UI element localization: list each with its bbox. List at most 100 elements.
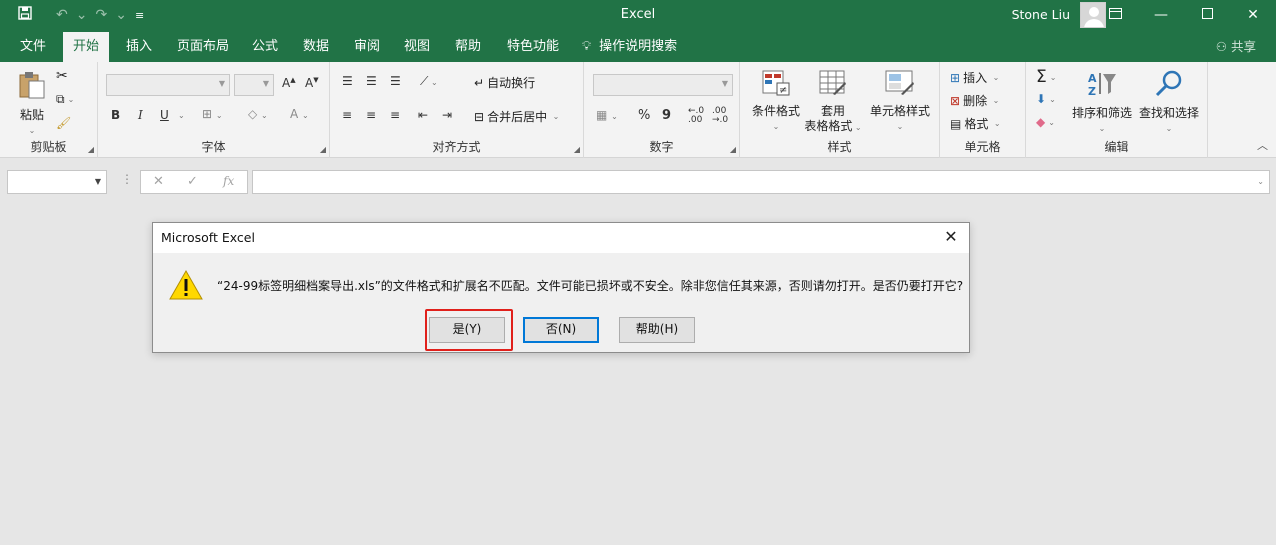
paste-button[interactable]: 粘贴 ⌄	[12, 70, 52, 138]
formula-bar: ▼ ⋮ ✕ ✓ fx ⌄	[0, 162, 1276, 202]
currency-icon[interactable]: ▦ ⌄	[596, 108, 618, 122]
tab-file[interactable]: 文件	[10, 32, 56, 62]
borders-icon[interactable]: ⊞ ⌄	[202, 107, 223, 121]
tell-me-search[interactable]: 💡︎ 操作说明搜索	[582, 32, 677, 62]
clear-button[interactable]: ◆ ⌄	[1036, 115, 1055, 129]
format-painter-button[interactable]: 🖌︎	[56, 116, 71, 130]
help-button[interactable]: 帮助(H)	[619, 317, 695, 343]
wrap-text-button[interactable]: ↵ 自动换行	[474, 74, 535, 91]
ribbon-display-icon[interactable]	[1092, 0, 1138, 32]
user-name[interactable]: Stone Liu	[1012, 7, 1070, 22]
group-number: ▼ ▦ ⌄ % 9 ←.0.00 .00 →.0 数字 ◢	[584, 62, 740, 158]
font-name-combo[interactable]: ▼	[106, 74, 230, 96]
title-bar: ↶ ⌄ ↷ ⌄ ≡ Excel Stone Liu — ✕	[0, 0, 1276, 32]
copy-icon: ⧉	[56, 92, 65, 106]
grow-font-icon[interactable]: A▲	[282, 76, 296, 90]
fill-button[interactable]: ⬇︎ ⌄	[1036, 92, 1056, 106]
font-size-combo[interactable]: ▼	[234, 74, 274, 96]
tab-help[interactable]: 帮助	[445, 32, 491, 62]
align-left-icon[interactable]: ≡	[342, 108, 352, 122]
merge-center-button[interactable]: ⊟ 合并后居中 ⌄	[474, 108, 559, 125]
delete-cells-button[interactable]: ⊠ 删除 ⌄	[950, 92, 999, 109]
align-middle-icon[interactable]: ☰	[366, 74, 377, 88]
find-select-button[interactable]: 查找和选择 ⌄	[1134, 70, 1204, 136]
italic-button[interactable]: I	[138, 108, 143, 122]
cut-button[interactable]: ✂︎	[56, 68, 68, 84]
wrap-icon: ↵	[474, 75, 485, 90]
format-cells-button[interactable]: ▤ 格式 ⌄	[950, 115, 1001, 132]
ribbon-tabs: 文件 开始 插入 页面布局 公式 数据 审阅 视图 帮助 特色功能 💡︎ 操作说明…	[0, 32, 1276, 62]
dialog-message: “24-99标签明细档案导出.xls”的文件格式和扩展名不匹配。文件可能已损坏或…	[217, 279, 964, 293]
share-button[interactable]: ⚇ 共享	[1216, 32, 1256, 62]
expand-formula-icon[interactable]: ⌄	[1257, 177, 1264, 186]
tab-home[interactable]: 开始	[63, 32, 110, 62]
alignment-launcher-icon[interactable]: ◢	[574, 145, 580, 154]
align-bottom-icon[interactable]: ☰	[390, 74, 401, 88]
cell-styles-icon	[885, 70, 914, 95]
insert-cells-icon: ⊞	[950, 70, 961, 85]
align-right-icon[interactable]: ≡	[390, 108, 400, 122]
percent-button[interactable]: %	[638, 108, 650, 123]
underline-dropdown-icon[interactable]: ⌄	[178, 111, 185, 120]
font-launcher-icon[interactable]: ◢	[320, 145, 326, 154]
align-center-icon[interactable]: ≡	[366, 108, 376, 122]
tab-review[interactable]: 审阅	[344, 32, 390, 62]
dialog-title-bar: Microsoft Excel ✕	[153, 223, 969, 253]
insert-cells-button[interactable]: ⊞ 插入 ⌄	[950, 69, 999, 86]
underline-button[interactable]: U	[160, 108, 169, 122]
increase-indent-icon[interactable]: ⇥	[442, 108, 452, 122]
tab-view[interactable]: 视图	[394, 32, 440, 62]
shrink-font-icon[interactable]: A▼	[305, 76, 319, 90]
align-top-icon[interactable]: ☰	[342, 74, 353, 88]
person-icon: ⚇	[1215, 39, 1227, 54]
tab-page-layout[interactable]: 页面布局	[167, 32, 239, 62]
bold-button[interactable]: B	[111, 108, 120, 122]
sort-filter-icon: AZ	[1088, 72, 1116, 98]
no-button[interactable]: 否(N)	[523, 317, 599, 343]
collapse-ribbon-icon[interactable]: ︿	[1257, 137, 1268, 153]
tab-features[interactable]: 特色功能	[497, 32, 569, 62]
delete-cells-icon: ⊠	[950, 93, 961, 108]
formula-splitter-icon[interactable]: ⋮	[121, 172, 133, 186]
svg-text:≠: ≠	[779, 85, 787, 96]
scissors-icon: ✂︎	[56, 68, 68, 84]
decrease-decimal-icon[interactable]: .00 →.0	[712, 107, 728, 125]
font-color-icon[interactable]: A ⌄	[290, 107, 309, 121]
tab-data[interactable]: 数据	[293, 32, 339, 62]
dialog-close-icon[interactable]: ✕	[939, 226, 963, 250]
tab-formulas[interactable]: 公式	[242, 32, 288, 62]
clipboard-launcher-icon[interactable]: ◢	[88, 145, 94, 154]
group-editing: Σ ⌄ ⬇︎ ⌄ ◆ ⌄ AZ 排序和筛选 ⌄ 查找和选择 ⌄ 编辑	[1026, 62, 1208, 158]
copy-button[interactable]: ⧉ ⌄	[56, 92, 74, 107]
autosum-button[interactable]: Σ ⌄	[1036, 67, 1056, 87]
magnifier-icon	[1155, 70, 1182, 97]
enter-icon[interactable]: ✓	[187, 174, 198, 189]
name-box-dropdown-icon[interactable]: ▼	[95, 177, 101, 186]
orientation-icon[interactable]: ⟋ ⌄	[420, 74, 438, 89]
number-launcher-icon[interactable]: ◢	[730, 145, 736, 154]
increase-decimal-icon[interactable]: ←.0.00	[688, 107, 704, 125]
tab-insert[interactable]: 插入	[116, 32, 162, 62]
fill-color-icon[interactable]: ◇ ⌄	[248, 107, 268, 121]
cancel-icon[interactable]: ✕	[153, 174, 164, 189]
close-icon[interactable]: ✕	[1230, 0, 1276, 32]
decrease-indent-icon[interactable]: ⇤	[418, 108, 428, 122]
minimize-icon[interactable]: —	[1138, 0, 1184, 32]
insert-function-icon[interactable]: fx	[223, 174, 234, 188]
cell-styles-button[interactable]: 单元格样式 ⌄	[864, 70, 936, 134]
conditional-format-button[interactable]: ≠ 条件格式 ⌄	[748, 70, 804, 134]
sort-filter-button[interactable]: AZ 排序和筛选 ⌄	[1070, 70, 1134, 136]
comma-button[interactable]: 9	[662, 108, 671, 123]
svg-text:A: A	[1088, 72, 1097, 85]
svg-text:Z: Z	[1088, 85, 1096, 98]
group-clipboard: 粘贴 ⌄ ✂︎ ⧉ ⌄ 🖌︎ 剪贴板 ◢	[0, 62, 98, 158]
group-styles: ≠ 条件格式 ⌄ 套用 表格格式 ⌄ 单元格样式 ⌄ 样式	[740, 62, 940, 158]
number-format-combo[interactable]: ▼	[593, 74, 733, 96]
formula-input[interactable]: ⌄	[252, 170, 1270, 194]
name-box[interactable]: ▼	[7, 170, 107, 194]
maximize-icon[interactable]	[1184, 0, 1230, 32]
paste-icon	[19, 72, 45, 99]
format-as-table-button[interactable]: 套用 表格格式 ⌄	[802, 70, 864, 135]
format-cells-icon: ▤	[950, 116, 962, 131]
warning-icon	[169, 269, 203, 300]
